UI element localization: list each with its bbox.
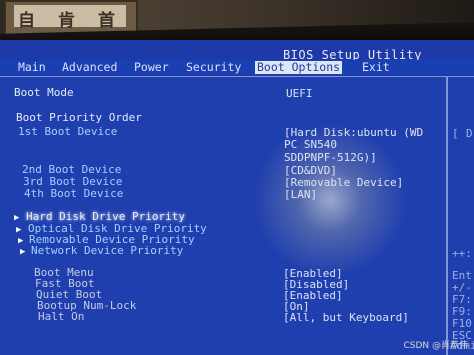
menu-bar: Main Advanced Power Security Boot Option… xyxy=(0,60,474,74)
wall-art-char: 肯 xyxy=(58,11,75,31)
tab-exit[interactable]: Exit xyxy=(360,61,392,74)
title-bar: BIOS Setup Utility xyxy=(0,44,474,62)
photo: 自 肯 首 BIOS Setup Utility Main Advanced P… xyxy=(0,0,474,355)
boot-mode-value[interactable]: UEFI xyxy=(286,88,313,100)
watermark: CSDN @肖恭伟 xyxy=(403,341,468,351)
boot-device-1-value-line3: SDDPNPF-512G)] xyxy=(284,151,377,164)
submenu-arrow-icon: ▶ xyxy=(14,213,20,223)
tab-main[interactable]: Main xyxy=(16,61,48,74)
help-fragment: D xyxy=(466,127,473,140)
boot-device-1-value-line2: PC SN540 xyxy=(284,138,337,151)
help-fragment: [ xyxy=(452,127,459,140)
option-halt-on-label[interactable]: Halt On xyxy=(38,311,84,323)
boot-device-4-value[interactable]: [LAN] xyxy=(284,189,317,201)
option-halt-on-value[interactable]: [All, but Keyboard] xyxy=(283,312,409,324)
tab-advanced[interactable]: Advanced xyxy=(60,61,119,74)
help-divider xyxy=(446,76,448,355)
boot-device-4-label[interactable]: 4th Boot Device xyxy=(24,188,123,200)
help-key: ++: xyxy=(452,247,472,260)
tab-boot-options[interactable]: Boot Options xyxy=(255,61,343,74)
submenu-arrow-icon: ▶ xyxy=(20,247,26,257)
boot-mode-label: Boot Mode xyxy=(14,86,74,99)
wall-art-char: 首 xyxy=(98,11,115,31)
boot-device-1-label[interactable]: 1st Boot Device xyxy=(18,126,117,138)
tab-power[interactable]: Power xyxy=(132,61,171,74)
tab-security[interactable]: Security xyxy=(184,61,243,74)
bios-screen: BIOS Setup Utility Main Advanced Power S… xyxy=(0,40,474,355)
submenu-network-priority[interactable]: Network Device Priority xyxy=(31,245,183,257)
wall-art-char: 自 xyxy=(18,11,35,31)
boot-priority-heading: Boot Priority Order xyxy=(16,111,142,124)
wall-art-canvas: 自 肯 首 xyxy=(14,5,126,31)
